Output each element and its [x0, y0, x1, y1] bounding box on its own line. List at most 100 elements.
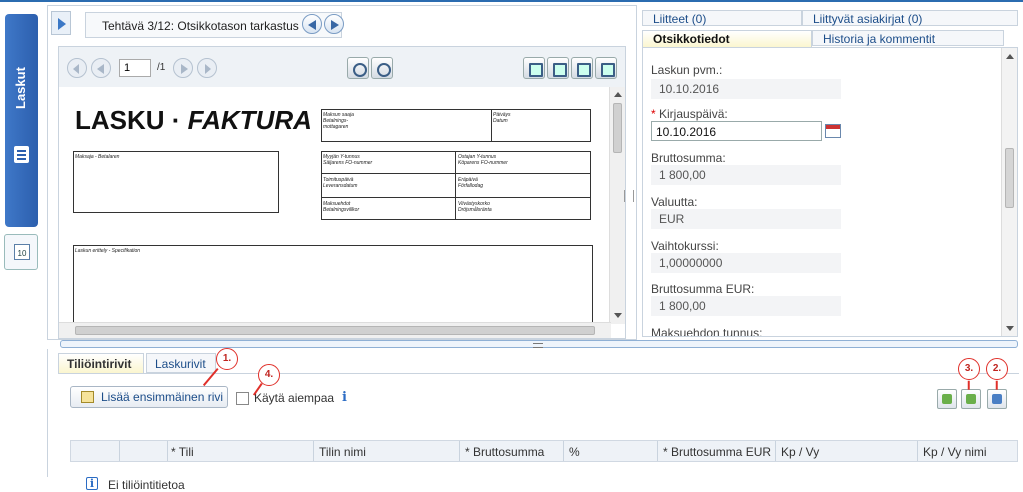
posting-date-label-text: Kirjauspäivä: [659, 107, 728, 121]
print-button[interactable] [595, 57, 617, 79]
scroll-up-arrow[interactable] [614, 92, 622, 97]
zoom-in-button[interactable] [347, 57, 369, 79]
column-header-percent[interactable]: % [569, 445, 580, 459]
currency-value: EUR [651, 209, 841, 229]
bottom-panel: Tiliöintirivit Laskurivit Lisää ensimmäi… [47, 349, 1019, 492]
form-vscroll-thumb[interactable] [1005, 148, 1014, 208]
invoice-title-sv: FAKTURA [187, 105, 312, 135]
last-page-button[interactable] [197, 58, 217, 78]
posting-date-input[interactable] [651, 121, 822, 141]
calendar-icon: 10 [14, 244, 30, 260]
copy-button[interactable] [547, 57, 569, 79]
delivery-date-label: Toimituspäivä Leveransdatum [323, 177, 358, 189]
document-icon [14, 146, 29, 163]
next-task-button[interactable] [324, 14, 344, 34]
annotation-2-pointer [996, 380, 998, 390]
tab-posting-rows[interactable]: Tiliöintirivit [58, 353, 144, 373]
invoices-side-tab-label: Laskut [13, 67, 28, 109]
viewer-vertical-scrollbar[interactable] [609, 87, 625, 324]
payee-divider [491, 109, 492, 142]
zoom-out-button[interactable] [371, 57, 393, 79]
field-label-posting-date: * Kirjauspäivä: [651, 107, 728, 121]
invoice-date-value: 10.10.2016 [651, 79, 841, 99]
info-icon[interactable]: i [342, 390, 351, 405]
tab-history-comments[interactable]: Historia ja kommentit [812, 30, 1004, 46]
expand-panel-button[interactable] [51, 11, 71, 35]
add-first-row-label: Lisää ensimmäinen rivi [101, 390, 224, 404]
buyer-id-label: Ostajan Y-tunnus Köparens FO-nummer [458, 154, 508, 166]
tab-header-info[interactable]: Otsikkotiedot [642, 30, 812, 48]
row-settings-button[interactable] [987, 389, 1007, 409]
save-button[interactable] [571, 57, 593, 79]
specification-label: Laskun erittely - Specifikation [75, 248, 141, 254]
document-viewer: /1 LASKU · FAKTURA Maksun saaja Betalnin… [58, 46, 626, 339]
viewer-hscroll-thumb[interactable] [75, 326, 595, 335]
panel-splitter[interactable] [624, 190, 634, 202]
posting-rows-body: Lisää ensimmäinen rivi Käytä aiempaa i *… [58, 373, 1019, 492]
column-header-cost-center-name[interactable]: Kp / Vy nimi [923, 445, 987, 459]
viewer-horizontal-scrollbar[interactable] [59, 322, 611, 338]
top-accent-line [0, 0, 1023, 2]
exchange-rate-value: 1,00000000 [651, 253, 841, 273]
grid-separator [917, 441, 918, 461]
horizontal-splitter[interactable] [60, 340, 1018, 348]
previous-page-button[interactable] [91, 58, 111, 78]
empty-state-text: Ei tiliöintitietoa [108, 478, 185, 492]
column-header-cost-center[interactable]: Kp / Vy [781, 445, 819, 459]
next-page-button[interactable] [173, 58, 193, 78]
gross-amount-value: 1 800,00 [651, 165, 841, 185]
header-info-form: Laskun pvm.: 10.10.2016 * Kirjauspäivä: … [642, 47, 1018, 337]
rotate-button[interactable] [523, 57, 545, 79]
page-number-input[interactable] [119, 59, 151, 77]
grid-separator [167, 441, 168, 461]
details-hdivider-2 [321, 197, 591, 198]
field-label-exchange-rate: Vaihtokurssi: [651, 239, 719, 253]
add-first-row-button[interactable]: Lisää ensimmäinen rivi [70, 386, 228, 408]
form-vertical-scrollbar[interactable] [1001, 48, 1017, 336]
calendar-button[interactable]: 10 [4, 234, 38, 270]
column-header-account[interactable]: * Tili [171, 445, 194, 459]
form-scroll-up-arrow[interactable] [1006, 54, 1014, 59]
due-date-label: Eräpäivä Förfallodag [458, 177, 484, 189]
first-page-button[interactable] [67, 58, 87, 78]
calendar-picker-icon[interactable] [825, 124, 841, 138]
copy-rows-button[interactable] [961, 389, 981, 409]
document-panel: Tehtävä 3/12: Otsikkotason tarkastus /1 … [47, 5, 637, 340]
add-row-icon [81, 391, 94, 403]
gross-amount-eur-value: 1 800,00 [651, 296, 841, 316]
date-label: Päiväys Datum [493, 112, 511, 124]
column-header-account-name[interactable]: Tilin nimi [319, 445, 366, 459]
form-scroll-down-arrow[interactable] [1006, 326, 1014, 331]
details-panel: Liitteet (0) Liittyvät asiakirjat (0) Ot… [642, 5, 1018, 340]
excel-import-button[interactable] [937, 389, 957, 409]
details-vdivider [455, 151, 456, 220]
grid-separator [775, 441, 776, 461]
field-label-gross-amount-eur: Bruttosumma EUR: [651, 282, 755, 296]
payer-box [73, 151, 279, 213]
penalty-interest-label: Viivästyskorko Dröjsmålsränta [458, 201, 492, 213]
tab-related-documents[interactable]: Liittyvät asiakirjat (0) [802, 10, 1018, 26]
use-previous-label: Käytä aiempaa [254, 391, 335, 405]
task-navbar: Tehtävä 3/12: Otsikkotason tarkastus [48, 6, 636, 44]
column-header-gross-amount[interactable]: * Bruttosumma [465, 445, 544, 459]
column-header-gross-amount-eur[interactable]: * Bruttosumma EUR [663, 445, 773, 459]
field-label-gross-amount: Bruttosumma: [651, 151, 726, 165]
grid-separator [459, 441, 460, 461]
viewer-vscroll-thumb[interactable] [613, 103, 622, 153]
annotation-2: 2. [986, 358, 1008, 380]
page-total: /1 [157, 62, 166, 73]
details-hdivider-1 [321, 173, 591, 174]
field-label-payment-terms: Maksuehdon tunnus: [651, 326, 763, 337]
grid-separator [313, 441, 314, 461]
invoices-side-tab[interactable]: Laskut [5, 14, 38, 227]
payer-label: Maksaja - Betalaren [75, 154, 120, 160]
required-marker: * [651, 107, 656, 121]
scroll-down-arrow[interactable] [614, 313, 622, 318]
annotation-3: 3. [958, 358, 980, 380]
previous-task-button[interactable] [302, 14, 322, 34]
tab-attachments[interactable]: Liitteet (0) [642, 10, 802, 26]
tab-invoice-rows[interactable]: Laskurivit [146, 353, 216, 373]
payment-terms-label: Maksuehdot Betalningsvillkor [323, 201, 360, 213]
use-previous-checkbox[interactable] [236, 392, 249, 405]
grid-separator [119, 441, 120, 461]
